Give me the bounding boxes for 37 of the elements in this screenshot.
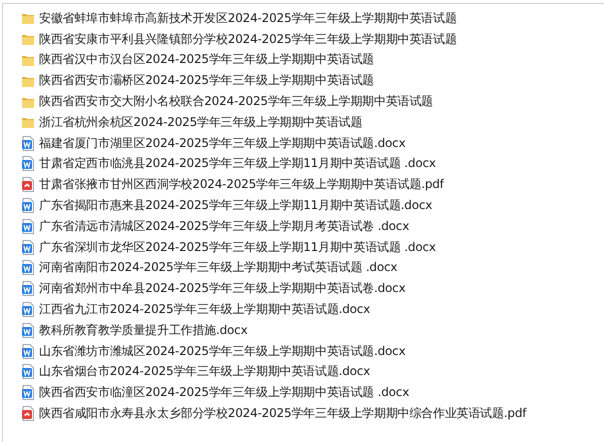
file-name[interactable]: 河南省南阳市2024-2025学年三年级上学期期中考试英语试题 .docx (39, 259, 398, 276)
word-document-icon (21, 156, 35, 172)
word-document-icon (21, 302, 35, 318)
file-name[interactable]: 陕西省西安市临潼区2024-2025学年三年级上学期期中英语试题 .docx (39, 384, 410, 402)
file-name[interactable]: 福建省厦门市湖里区2024-2025学年三年级上学期期中英语试题.docx (39, 134, 406, 152)
folder-name[interactable]: 陕西省安康市平利县兴隆镇部分学校2024-2025学年三年级上学期期中英语试题 (39, 30, 457, 48)
word-document-icon (21, 322, 35, 338)
file-name[interactable]: 广东省深圳市龙华区2024-2025学年三年级上学期11月期中英语试题 .docx (39, 238, 436, 256)
file-name[interactable]: 教科所教育教学质量提升工作措施.docx (39, 322, 248, 339)
folder-name[interactable]: 安徽省蚌埠市蚌埠市高新技术开发区2024-2025学年三年级上学期期中英语试题 (39, 10, 457, 27)
word-document-icon (21, 344, 35, 359)
word-document-icon (21, 136, 35, 151)
folder-name[interactable]: 陕西省西安市交大附小名校联合2024-2025学年三年级上学期期中英语试题 (39, 93, 434, 110)
word-document-icon (21, 260, 35, 276)
file-name[interactable]: 山东省烟台市2024-2025学年三年级上学期期中英语试题.docx (39, 363, 370, 380)
file-name[interactable]: 广东省清远市清城区2024-2025学年三年级上学期月考英语试卷 .docx (39, 218, 410, 235)
file-name[interactable]: 甘肃省张掖市甘州区西洞学校2024-2025学年三年级上学期期中英语试题.pdf (39, 176, 444, 194)
file-name[interactable]: 江西省九江市2024-2025学年三年级上学期期中英语试题.docx (39, 301, 370, 318)
pdf-document-icon (21, 406, 35, 422)
file-name[interactable]: 山东省潍坊市潍城区2024-2025学年三年级上学期期中英语试题.docx (39, 342, 406, 360)
word-document-icon (21, 218, 35, 234)
word-document-icon (21, 240, 35, 255)
pdf-document-icon (21, 177, 35, 192)
file-name[interactable]: 广东省揭阳市惠来县2024-2025学年三年级上学期11月期中英语试题.docx (39, 197, 432, 214)
folder-icon (21, 32, 35, 46)
file-name[interactable]: 河南省郑州市中牟县2024-2025学年三年级上学期期中英语试卷.docx (39, 280, 406, 298)
word-document-icon (21, 385, 35, 400)
word-document-icon (21, 198, 35, 214)
folder-name[interactable]: 浙江省杭州余杭区2024-2025学年三年级上学期期中英语试题 (39, 114, 362, 131)
folder-name[interactable]: 陕西省汉中市汉台区2024-2025学年三年级上学期期中英语试题 (39, 51, 374, 68)
file-name[interactable]: 陕西省咸阳市永寿县永太乡部分学校2024-2025学年三年级上学期期中综合作业英语试题.pdf (39, 405, 526, 422)
folder-icon (21, 11, 35, 26)
word-document-icon (21, 281, 35, 296)
word-document-icon (21, 364, 35, 380)
file-name[interactable]: 甘肃省定西市临洮县2024-2025学年三年级上学期11月期中英语试题 .docx (39, 155, 436, 172)
folder-icon (21, 115, 35, 130)
folder-name[interactable]: 陕西省西安市灞桥区2024-2025学年三年级上学期期中英语试题 (39, 72, 374, 90)
